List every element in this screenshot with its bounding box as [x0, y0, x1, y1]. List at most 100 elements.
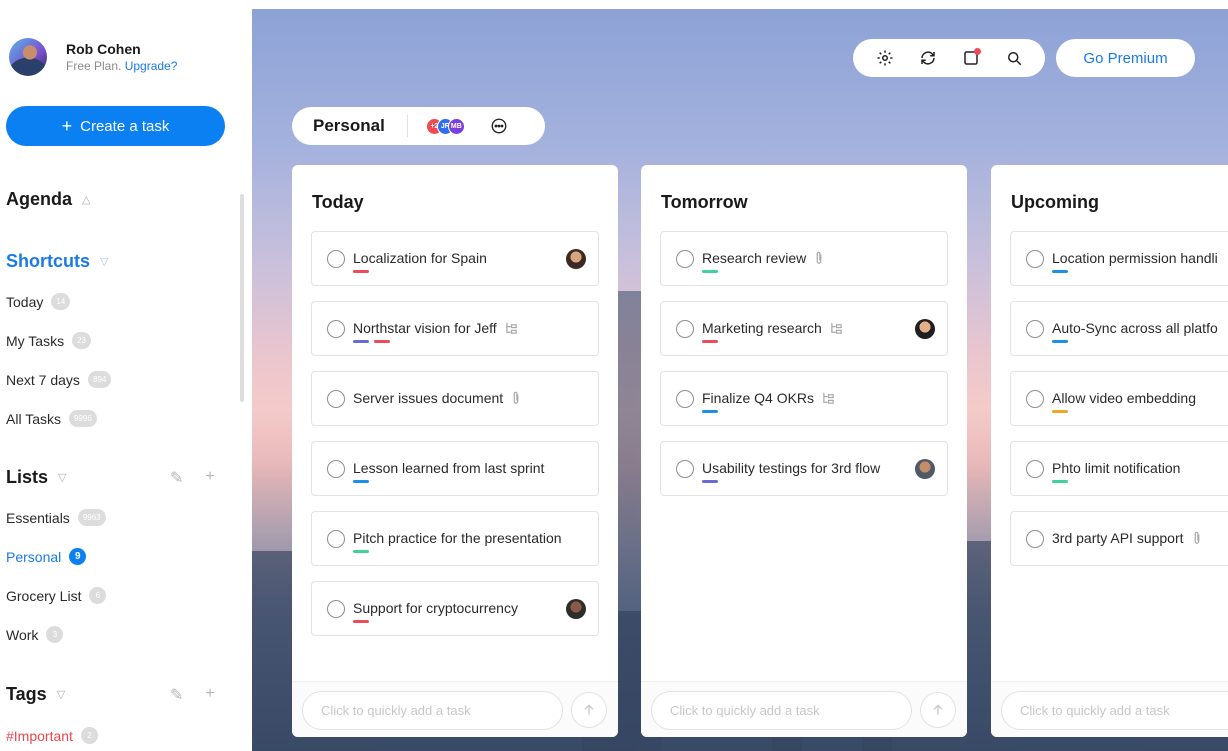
- task-card[interactable]: Lesson learned from last sprint: [311, 441, 599, 496]
- shortcut-my-tasks[interactable]: My Tasks 23: [6, 332, 91, 349]
- task-checkbox[interactable]: [327, 320, 345, 338]
- upgrade-link[interactable]: Upgrade?: [125, 59, 178, 73]
- sync-icon[interactable]: [917, 47, 939, 69]
- edit-icon[interactable]: ✎: [170, 468, 183, 488]
- task-checkbox[interactable]: [327, 600, 345, 618]
- avatar[interactable]: [9, 38, 47, 76]
- assignee-avatar[interactable]: [915, 319, 935, 339]
- notifications-icon[interactable]: [960, 47, 982, 69]
- task-card[interactable]: 3rd party API support: [1010, 511, 1228, 566]
- count-badge: 9996: [68, 410, 97, 427]
- list-essentials[interactable]: Essentials 9963: [6, 509, 106, 526]
- task-card[interactable]: Allow video embedding: [1010, 371, 1228, 426]
- task-card[interactable]: Finalize Q4 OKRs: [660, 371, 948, 426]
- list-grocery[interactable]: Grocery List 6: [6, 587, 107, 604]
- task-title: Finalize Q4 OKRs: [702, 390, 815, 406]
- arrow-up-icon[interactable]: [920, 692, 956, 728]
- quick-add-input[interactable]: [302, 691, 563, 730]
- task-card[interactable]: Auto-Sync across all platfo: [1010, 301, 1228, 356]
- task-checkbox[interactable]: [327, 390, 345, 408]
- section-tags[interactable]: Tags ▽: [6, 684, 65, 705]
- task-checkbox[interactable]: [676, 460, 694, 478]
- count-badge: 14: [51, 293, 71, 310]
- task-card[interactable]: Pitch practice for the presentation: [311, 511, 599, 566]
- section-shortcuts[interactable]: Shortcuts ▽: [6, 251, 108, 272]
- more-options-icon[interactable]: [489, 116, 509, 136]
- tag-important[interactable]: #Important 2: [6, 727, 98, 744]
- shortcut-next-7-days[interactable]: Next 7 days 894: [6, 371, 112, 388]
- task-checkbox[interactable]: [676, 390, 694, 408]
- task-card[interactable]: Research review: [660, 231, 948, 286]
- member-avatars[interactable]: +2 JR MB: [425, 117, 465, 135]
- settings-icon[interactable]: [874, 47, 896, 69]
- edit-icon[interactable]: ✎: [170, 685, 183, 705]
- arrow-up-icon[interactable]: [571, 692, 607, 728]
- task-checkbox[interactable]: [1026, 250, 1044, 268]
- column-title: Tomorrow: [661, 192, 748, 212]
- nav-label: Today: [6, 293, 44, 310]
- nav-label: Personal: [6, 548, 62, 565]
- task-tags: [1052, 340, 1068, 343]
- task-checkbox[interactable]: [327, 250, 345, 268]
- search-icon[interactable]: [1003, 47, 1025, 69]
- task-card[interactable]: Phto limit notification: [1010, 441, 1228, 496]
- profile-plan: Free Plan. Upgrade?: [66, 58, 177, 74]
- shortcut-all-tasks[interactable]: All Tasks 9996: [6, 410, 97, 427]
- list-personal[interactable]: Personal 9: [6, 548, 87, 565]
- task-card[interactable]: Marketing research: [660, 301, 948, 356]
- task-card[interactable]: Localization for Spain: [311, 231, 599, 286]
- task-checkbox[interactable]: [1026, 390, 1044, 408]
- column-tomorrow: Tomorrow Research review Marketing researc…: [641, 165, 967, 737]
- nav-label: Next 7 days: [6, 371, 80, 388]
- assignee-avatar[interactable]: [566, 599, 586, 619]
- notification-dot: [973, 48, 981, 55]
- task-card[interactable]: Northstar vision for Jeff: [311, 301, 599, 356]
- assignee-avatar[interactable]: [915, 459, 935, 479]
- column-title: Upcoming: [1011, 192, 1099, 212]
- task-tags: [353, 340, 390, 343]
- task-card[interactable]: Location permission handli: [1010, 231, 1228, 286]
- nav-label: #Important: [6, 727, 73, 744]
- lists-tools: ✎ +: [170, 468, 215, 488]
- quick-add-input[interactable]: [1001, 691, 1228, 730]
- add-icon[interactable]: +: [205, 468, 214, 488]
- nav-label: Essentials: [6, 509, 70, 526]
- task-title: Auto-Sync across all platfo: [1052, 320, 1218, 336]
- tag-indicator-green: [702, 270, 718, 273]
- column-title: Today: [312, 192, 364, 212]
- task-checkbox[interactable]: [676, 320, 694, 338]
- task-checkbox[interactable]: [327, 530, 345, 548]
- task-checkbox[interactable]: [327, 460, 345, 478]
- attachment-icon: [511, 391, 521, 405]
- list-work[interactable]: Work 3: [6, 626, 64, 643]
- go-premium-button[interactable]: Go Premium: [1056, 39, 1195, 77]
- sidebar-scrollbar[interactable]: [240, 194, 244, 402]
- task-title-row: 3rd party API support: [1052, 530, 1202, 546]
- section-lists[interactable]: Lists ▽: [6, 467, 66, 488]
- task-card[interactable]: Support for cryptocurrency: [311, 581, 599, 636]
- task-title: Phto limit notification: [1052, 460, 1181, 476]
- add-icon[interactable]: +: [205, 685, 214, 705]
- task-card[interactable]: Server issues document: [311, 371, 599, 426]
- assignee-avatar[interactable]: [566, 249, 586, 269]
- tag-indicator-red: [353, 620, 369, 623]
- task-checkbox[interactable]: [1026, 530, 1044, 548]
- count-badge: 2: [80, 727, 98, 744]
- profile[interactable]: Rob Cohen Free Plan. Upgrade?: [9, 38, 177, 76]
- quick-add-input[interactable]: [651, 691, 912, 730]
- section-agenda[interactable]: Agenda △: [6, 189, 90, 210]
- task-tags: [702, 270, 718, 273]
- member-avatar[interactable]: MB: [447, 117, 465, 135]
- task-checkbox[interactable]: [1026, 320, 1044, 338]
- task-title: Location permission handli: [1052, 250, 1218, 266]
- task-card[interactable]: Usability testings for 3rd flow: [660, 441, 948, 496]
- task-title-row: Finalize Q4 OKRs: [702, 390, 835, 406]
- task-tags: [702, 340, 718, 343]
- task-checkbox[interactable]: [676, 250, 694, 268]
- task-checkbox[interactable]: [1026, 460, 1044, 478]
- count-badge: 9: [69, 548, 87, 565]
- list-title[interactable]: Personal: [313, 116, 385, 136]
- shortcut-today[interactable]: Today 14: [6, 293, 71, 310]
- create-task-button[interactable]: + Create a task: [6, 106, 225, 146]
- task-tags: [353, 480, 369, 483]
